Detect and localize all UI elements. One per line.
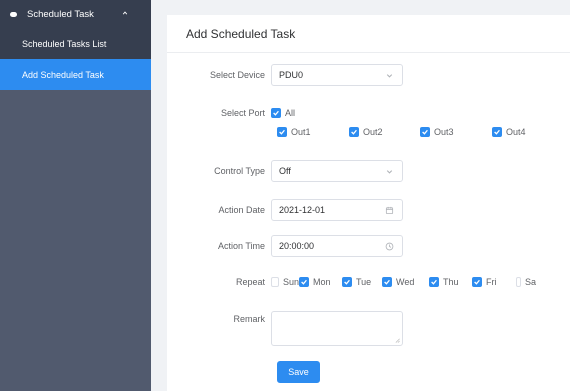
port-all-checkbox[interactable]: All (271, 108, 295, 118)
device-select[interactable]: PDU0 (271, 64, 403, 86)
device-value: PDU0 (279, 70, 304, 80)
row-save: Save (277, 361, 320, 383)
port-out2-label: Out2 (363, 127, 383, 137)
checkbox-checked-icon (420, 127, 430, 137)
port-label: Select Port (220, 108, 265, 118)
checkbox-unchecked-icon (516, 277, 521, 287)
repeat-day-label: Wed (396, 277, 415, 287)
port-out1-label: Out1 (291, 127, 311, 137)
checkbox-checked-icon (349, 127, 359, 137)
row-repeat: Repeat Sun Mon Tue Wed Thu Fri Sa (167, 277, 536, 287)
port-out3-checkbox[interactable]: Out3 (420, 127, 492, 137)
control-type-label: Control Type (214, 166, 265, 176)
repeat-tue-checkbox[interactable]: Tue (342, 277, 382, 287)
form-panel: Add Scheduled Task Select Device PDU0 Se… (167, 15, 570, 391)
repeat-day-label: Tue (356, 277, 372, 287)
remark-label: Remark (233, 314, 265, 324)
repeat-fri-checkbox[interactable]: Fri (472, 277, 516, 287)
checkbox-checked-icon (382, 277, 392, 287)
chevron-up-icon (122, 11, 128, 15)
repeat-sun-checkbox[interactable]: Sun (271, 277, 299, 287)
checkbox-checked-icon (492, 127, 502, 137)
sidebar-item-scheduled-tasks-list[interactable]: Scheduled Tasks List (0, 28, 151, 59)
action-time-value: 20:00:00 (279, 241, 315, 251)
save-button[interactable]: Save (277, 361, 320, 383)
checkbox-checked-icon (277, 127, 287, 137)
sidebar-item-add-scheduled-task[interactable]: Add Scheduled Task (0, 59, 151, 90)
action-date-label: Action Date (218, 205, 265, 215)
action-date-input[interactable]: 2021-12-01 (271, 199, 403, 221)
row-select-device: Select Device PDU0 (167, 64, 403, 86)
sidebar-item-label: Add Scheduled Task (22, 69, 104, 80)
repeat-mon-checkbox[interactable]: Mon (299, 277, 342, 287)
port-all-label: All (285, 108, 296, 118)
port-out3-label: Out3 (434, 127, 454, 137)
control-type-select[interactable]: Off (271, 160, 403, 182)
sidebar-group-scheduled-task[interactable]: Scheduled Task (0, 0, 151, 28)
remark-textarea[interactable] (271, 311, 403, 346)
action-time-input[interactable]: 20:00:00 (271, 235, 403, 257)
checkbox-checked-icon (429, 277, 439, 287)
repeat-thu-checkbox[interactable]: Thu (429, 277, 472, 287)
checkbox-unchecked-icon (271, 277, 279, 287)
sidebar-item-label: Scheduled Tasks List (22, 38, 107, 49)
port-out2-checkbox[interactable]: Out2 (349, 127, 420, 137)
port-out4-checkbox[interactable]: Out4 (492, 127, 526, 137)
row-control-type: Control Type Off (167, 160, 403, 182)
device-label: Select Device (209, 70, 265, 80)
checkbox-checked-icon (271, 108, 281, 118)
row-remark: Remark (167, 311, 403, 346)
checkbox-checked-icon (299, 277, 309, 287)
chevron-down-icon (386, 74, 393, 78)
row-action-time: Action Time 20:00:00 (167, 235, 403, 257)
calendar-icon (385, 206, 394, 215)
action-time-label: Action Time (217, 241, 265, 251)
group-icon (10, 11, 17, 17)
page-title: Add Scheduled Task (167, 15, 570, 53)
repeat-wed-checkbox[interactable]: Wed (382, 277, 429, 287)
repeat-day-label: Sa (524, 277, 536, 287)
row-port-outputs: Out1 Out2 Out3 Out4 (277, 127, 526, 137)
clock-icon (385, 242, 394, 251)
repeat-label: Repeat (235, 277, 265, 287)
port-out1-checkbox[interactable]: Out1 (277, 127, 349, 137)
chevron-down-icon (386, 170, 393, 174)
repeat-days: Sun Mon Tue Wed Thu Fri Sa (271, 277, 536, 287)
repeat-day-label: Mon (313, 277, 331, 287)
action-date-value: 2021-12-01 (279, 205, 326, 215)
repeat-day-label: Thu (443, 277, 459, 287)
repeat-day-label: Sun (282, 277, 299, 287)
resize-grip-icon[interactable] (395, 338, 400, 343)
port-out4-label: Out4 (506, 127, 526, 137)
checkbox-checked-icon (472, 277, 482, 287)
sidebar: Scheduled Task Scheduled Tasks List Add … (0, 0, 151, 391)
checkbox-checked-icon (342, 277, 352, 287)
row-action-date: Action Date 2021-12-01 (167, 199, 403, 221)
repeat-day-label: Fri (486, 277, 497, 287)
sidebar-group-label: Scheduled Task (27, 8, 94, 20)
control-type-value: Off (279, 166, 291, 176)
repeat-sa-checkbox[interactable]: Sa (516, 277, 536, 287)
row-select-port: Select Port All (167, 108, 295, 118)
